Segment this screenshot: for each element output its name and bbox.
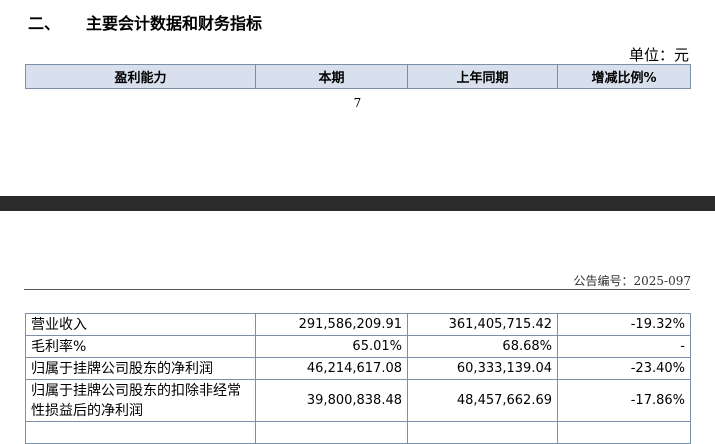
header-change-percent: 增减比例%	[557, 64, 691, 89]
prior-value: 68.68%	[407, 335, 558, 358]
current-value: 65.01%	[255, 335, 408, 358]
header-prior-period: 上年同期	[407, 64, 558, 89]
unit-label: 单位：元	[628, 46, 689, 64]
current-value: 39,800,838.48	[255, 379, 408, 422]
table-header-row: 盈利能力 本期 上年同期 增减比例%	[25, 64, 691, 89]
financial-data-table: 营业收入 291,586,209.91 361,405,715.42 -19.3…	[25, 313, 691, 444]
header-rule	[24, 289, 690, 290]
announcement-number: 公告编号：2025-097	[573, 274, 692, 288]
row-label: 归属于挂牌公司股东的净利润	[25, 357, 256, 380]
prior-value: 60,333,139.04	[407, 357, 558, 380]
section-heading: 二、 主要会计数据和财务指标	[28, 10, 262, 34]
row-label: 营业收入	[25, 313, 256, 336]
row-label: 归属于挂牌公司股东的扣除非经常性损益后的净利润	[25, 379, 256, 422]
table-row-partial	[25, 421, 691, 444]
change-value: -17.86%	[557, 379, 691, 422]
table-row: 毛利率% 65.01% 68.68% -	[25, 335, 691, 358]
section-title: 主要会计数据和财务指标	[86, 14, 263, 33]
page-separator	[0, 196, 715, 211]
current-value: 291,586,209.91	[255, 313, 408, 336]
prior-value: 361,405,715.42	[407, 313, 558, 336]
table-row: 归属于挂牌公司股东的净利润 46,214,617.08 60,333,139.0…	[25, 357, 691, 380]
current-value: 46,214,617.08	[255, 357, 408, 380]
row-label: 毛利率%	[25, 335, 256, 358]
profitability-header-table: 盈利能力 本期 上年同期 增减比例%	[25, 64, 691, 89]
page-number: 7	[353, 96, 362, 110]
change-value: -23.40%	[557, 357, 691, 380]
prior-value: 48,457,662.69	[407, 379, 558, 422]
header-current-period: 本期	[255, 64, 408, 89]
change-value: -19.32%	[557, 313, 691, 336]
change-value: -	[557, 335, 691, 358]
table-row: 归属于挂牌公司股东的扣除非经常性损益后的净利润 39,800,838.48 48…	[25, 379, 691, 422]
table-row: 营业收入 291,586,209.91 361,405,715.42 -19.3…	[25, 313, 691, 336]
section-number: 二、	[28, 14, 61, 33]
header-profitability: 盈利能力	[25, 64, 256, 89]
